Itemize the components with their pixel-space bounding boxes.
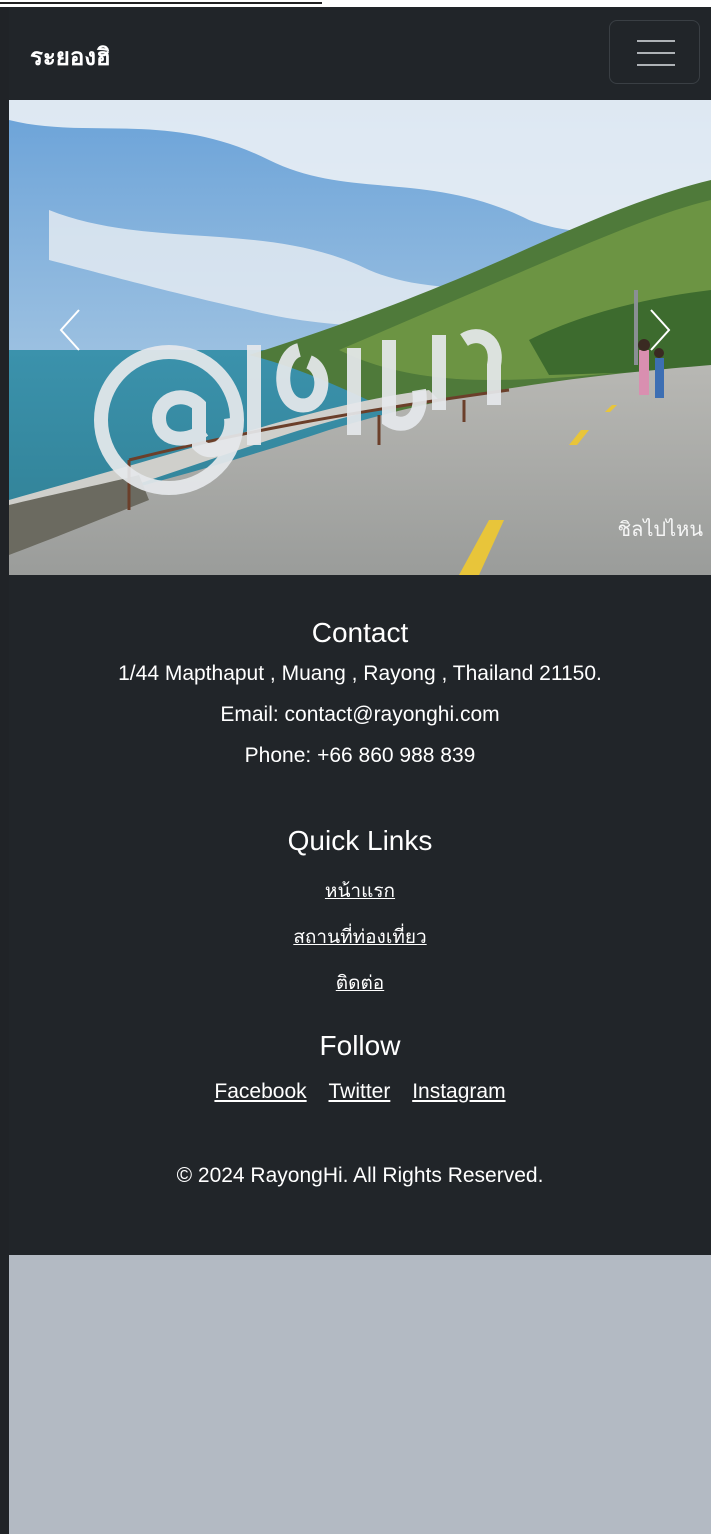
hamburger-icon-bar (637, 64, 675, 66)
list-item: สถานที่ท่องเที่ยว (9, 915, 711, 961)
twitter-link[interactable]: Twitter (329, 1080, 391, 1103)
contact-phone: Phone: +66 860 988 839 (244, 744, 476, 767)
navbar: ระยองฮิ (9, 7, 711, 100)
list-item: ติดต่อ (9, 961, 711, 1007)
link-home[interactable]: หน้าแรก (325, 880, 395, 902)
link-contact[interactable]: ติดต่อ (336, 972, 384, 994)
quick-links-heading: Quick Links (287, 825, 433, 856)
brand-link[interactable]: ระยองฮิ (30, 37, 111, 76)
follow-section: Follow Facebook Twitter Instagram (9, 1030, 711, 1104)
quick-links-list: หน้าแรก สถานที่ท่องเที่ยว ติดต่อ (9, 869, 711, 1007)
quick-links-section: Quick Links หน้าแรก สถานที่ท่องเที่ยว ติ… (9, 825, 711, 1007)
contact-email: Email: contact@rayonghi.com (220, 703, 500, 726)
facebook-link[interactable]: Facebook (214, 1080, 306, 1103)
carousel-next-button[interactable] (631, 290, 691, 380)
image-watermark: ชิลไปไหน (617, 517, 704, 541)
top-rule (0, 0, 322, 4)
hamburger-icon (637, 40, 675, 42)
list-item: หน้าแรก (9, 869, 711, 915)
instagram-link[interactable]: Instagram (412, 1080, 505, 1103)
chevron-left-icon (59, 309, 80, 351)
contact-heading: Contact (311, 617, 409, 648)
hamburger-icon-bar (637, 52, 675, 54)
site-footer: Contact 1/44 Mapthaput , Muang , Rayong … (9, 575, 711, 1255)
social-links: Facebook Twitter Instagram (9, 1080, 711, 1104)
carousel-slide-image (9, 100, 711, 575)
carousel-prev-button[interactable] (39, 290, 99, 380)
follow-heading: Follow (319, 1030, 401, 1061)
contact-address: 1/44 Mapthaput , Muang , Rayong , Thaila… (118, 662, 602, 685)
navbar-toggle-button[interactable] (609, 20, 700, 84)
link-attractions[interactable]: สถานที่ท่องเที่ยว (293, 926, 426, 948)
chevron-right-icon (650, 309, 671, 351)
copyright-text: © 2024 RayongHi. All Rights Reserved. (176, 1164, 544, 1187)
hero-carousel: ชิลไปไหน (9, 100, 711, 575)
contact-section: Contact 1/44 Mapthaput , Muang , Rayong … (9, 617, 711, 776)
